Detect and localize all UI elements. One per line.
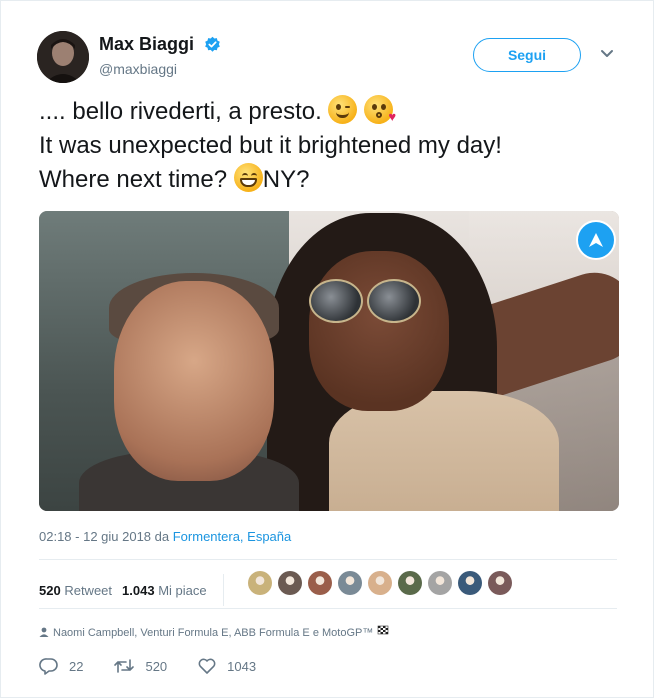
author-avatar[interactable] xyxy=(37,31,89,83)
context-text[interactable]: Naomi Campbell, Venturi Formula E, ABB F… xyxy=(53,627,373,639)
like-stat[interactable]: 1.043 Mi piace xyxy=(122,583,207,598)
liker-avatar[interactable] xyxy=(248,571,272,595)
divider xyxy=(39,559,617,560)
navigation-arrow-icon[interactable] xyxy=(576,220,616,260)
divider xyxy=(39,608,617,609)
person-icon xyxy=(39,627,49,637)
arrow-up-icon xyxy=(589,233,603,247)
tweet-line-1-text: .... bello rivederti, a presto. xyxy=(39,98,322,125)
tweet-location-link[interactable]: Formentera, España xyxy=(173,529,292,544)
tweet-actions: 22 520 1043 xyxy=(39,656,256,676)
tweet-line-2: It was unexpected but it brightened my d… xyxy=(39,132,502,159)
tweet-line-3: Where next time? NY? xyxy=(39,163,629,197)
like-button[interactable]: 1043 xyxy=(197,656,256,676)
tweet-line-3-suffix: NY? xyxy=(262,166,310,193)
liker-avatar[interactable] xyxy=(458,571,482,595)
tweet-timestamp: 02:18 - 12 giu 2018 da Formentera, Españ… xyxy=(39,529,291,544)
like-stat-label: Mi piace xyxy=(158,582,207,598)
checkered-flag-icon xyxy=(378,625,389,635)
liker-avatar[interactable] xyxy=(278,571,302,595)
tweet-time[interactable]: 02:18 - 12 giu 2018 da xyxy=(39,529,169,544)
author-handle[interactable]: @maxbiaggi xyxy=(99,61,177,77)
reply-icon xyxy=(39,658,58,675)
retweet-icon xyxy=(114,659,135,673)
like-stat-count: 1.043 xyxy=(122,582,155,598)
retweet-count: 520 xyxy=(145,658,168,674)
retweet-button[interactable]: 520 xyxy=(113,656,167,676)
photo-woman-face xyxy=(309,251,449,411)
liker-avatar[interactable] xyxy=(398,571,422,595)
author-name[interactable]: Max Biaggi xyxy=(99,34,194,55)
grinning-face-icon xyxy=(233,163,263,192)
retweet-stat-count: 520 xyxy=(39,582,61,598)
stats-separator xyxy=(222,574,224,606)
liker-avatar[interactable] xyxy=(488,571,512,595)
liker-avatar[interactable] xyxy=(368,571,392,595)
retweet-stat[interactable]: 520 Retweet xyxy=(39,583,112,598)
photo-sunglasses-right xyxy=(367,279,421,323)
like-count: 1043 xyxy=(227,658,257,674)
tweet-context: Naomi Campbell, Venturi Formula E, ABB F… xyxy=(39,625,389,639)
winking-face-icon xyxy=(328,95,358,124)
liker-avatar[interactable] xyxy=(338,571,362,595)
liker-avatar[interactable] xyxy=(428,571,452,595)
chevron-down-icon[interactable] xyxy=(599,47,615,61)
reply-button[interactable]: 22 xyxy=(39,656,83,676)
reply-count: 22 xyxy=(69,658,84,674)
liker-avatars xyxy=(248,571,512,595)
tweet-text: .... bello rivederti, a presto. ♥ It was… xyxy=(39,95,629,197)
follow-button[interactable]: Segui xyxy=(473,38,581,72)
avatar-portrait-icon xyxy=(37,31,89,83)
tweet-line-3-text: Where next time? xyxy=(39,166,228,193)
photo-sunglasses-left xyxy=(309,279,363,323)
kissing-heart-face-icon: ♥ xyxy=(364,95,396,124)
heart-icon xyxy=(198,658,216,674)
retweet-stat-label: Retweet xyxy=(64,582,113,598)
liker-avatar[interactable] xyxy=(308,571,332,595)
tweet-card: Max Biaggi @maxbiaggi Segui .... bello r… xyxy=(0,0,654,698)
tweet-photo[interactable] xyxy=(39,211,619,511)
verified-badge-icon xyxy=(205,36,220,52)
tweet-line-1: .... bello rivederti, a presto. ♥ xyxy=(39,95,629,129)
photo-man-face xyxy=(114,281,274,481)
tweet-stats: 520 Retweet 1.043 Mi piace xyxy=(39,574,224,606)
